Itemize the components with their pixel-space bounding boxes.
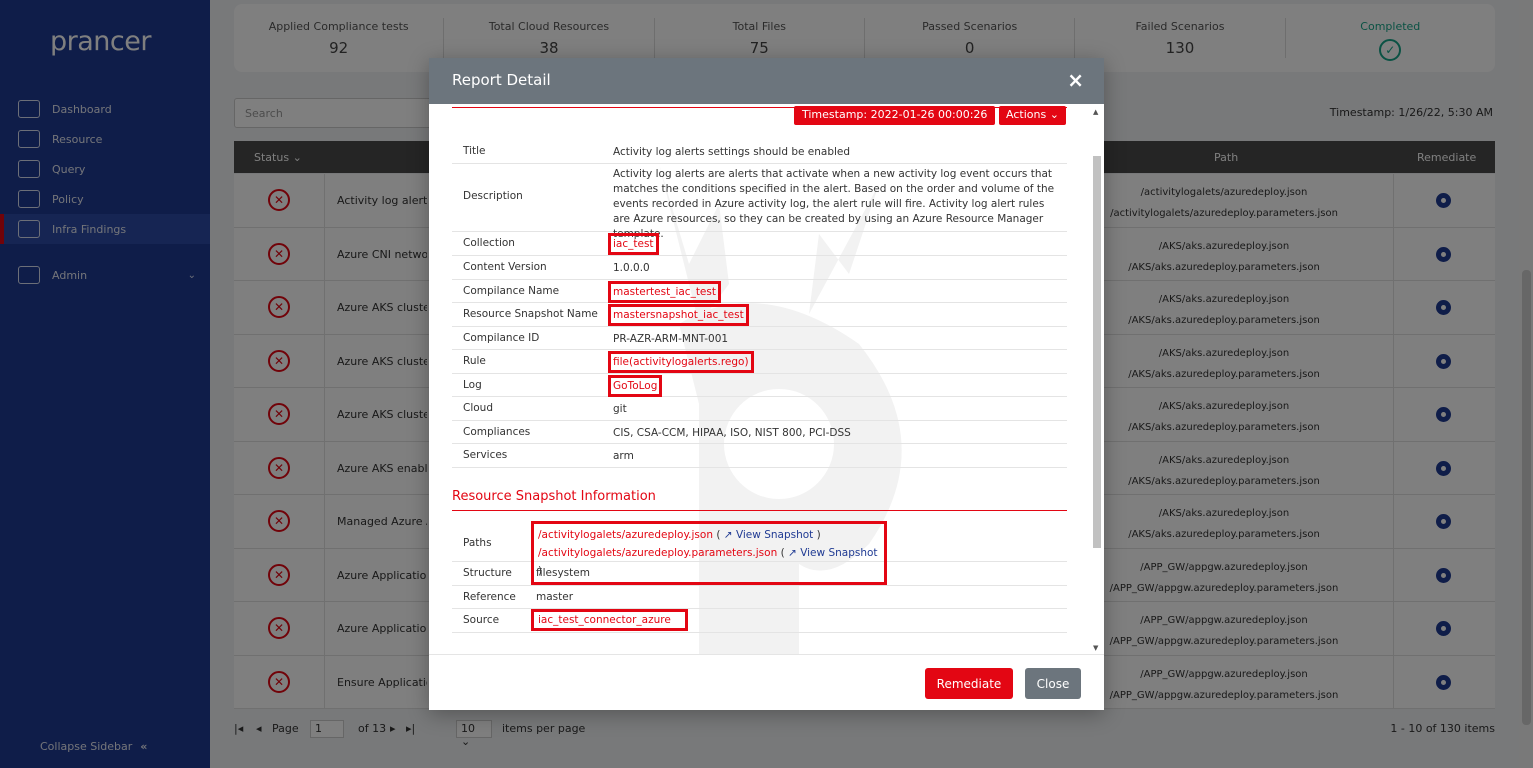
remediate-button[interactable]: Remediate	[925, 668, 1013, 699]
detail-value: Activity log alerts settings should be e…	[613, 146, 851, 158]
detail-row-cloud: Cloud git	[452, 397, 1067, 421]
snapshot-row-paths: Paths /activitylogalets/azuredeploy.json…	[452, 521, 1067, 585]
detail-value: arm	[613, 450, 634, 462]
snapshot-row-source: Source iac_test_connector_azure	[452, 609, 1067, 633]
detail-key: Log	[463, 379, 482, 391]
snapshot-section-rule	[452, 510, 1067, 511]
chevron-down-icon: ⌄	[1049, 108, 1059, 121]
snapshot-row-structure: Structure filesystem	[452, 562, 1067, 586]
compliance-name-link[interactable]: mastertest_iac_test	[608, 281, 721, 303]
detail-value: git	[613, 403, 627, 415]
modal-body[interactable]: Timestamp: 2022-01-26 00:00:26 Actions ⌄…	[429, 104, 1104, 654]
view-snapshot-label: View Snapshot	[735, 529, 814, 541]
details-table: Title Activity log alerts settings should…	[452, 140, 1067, 468]
detail-key: Title	[463, 145, 486, 157]
detail-row-collection: Collection iac_test	[452, 232, 1067, 256]
detail-key: Compilance ID	[463, 332, 540, 344]
snapshot-key: Paths	[463, 537, 492, 549]
close-icon[interactable]: ×	[1067, 68, 1084, 92]
detail-value: 1.0.0.0	[613, 262, 650, 274]
detail-value: PR-AZR-ARM-MNT-001	[613, 333, 729, 345]
actions-dropdown[interactable]: Actions ⌄	[999, 106, 1066, 125]
actions-label: Actions	[1006, 108, 1047, 121]
scroll-down-icon[interactable]: ▼	[1093, 644, 1098, 652]
detail-row-compliances: Compliances CIS, CSA-CCM, HIPAA, ISO, NIS…	[452, 421, 1067, 444]
detail-row-snapshot-name: Resource Snapshot Name mastersnapshot_iac…	[452, 303, 1067, 327]
timestamp-badge: Timestamp: 2022-01-26 00:00:26	[794, 106, 996, 125]
scroll-up-icon[interactable]: ▲	[1093, 108, 1098, 116]
report-detail-modal: Report Detail × Timestamp: 2022-01-26 00…	[429, 58, 1104, 710]
path-link[interactable]: /activitylogalets/azuredeploy.json	[538, 529, 713, 541]
modal-scrollbar-thumb[interactable]	[1093, 156, 1101, 548]
rule-link-text: file(activitylogalerts.rego)	[608, 351, 754, 373]
collection-link-text: iac_test	[608, 233, 659, 255]
snapshot-name-link[interactable]: mastersnapshot_iac_test	[608, 304, 749, 326]
detail-row-title: Title Activity log alerts settings should…	[452, 140, 1067, 164]
source-link-text: iac_test_connector_azure	[531, 609, 688, 631]
snapshot-key: Reference	[463, 591, 516, 603]
snapshot-key: Structure	[463, 567, 512, 579]
detail-key: Cloud	[463, 402, 493, 414]
detail-row-description: Description Activity log alerts are alert…	[452, 164, 1067, 240]
view-snapshot-link[interactable]: ↗ View Snapshot	[724, 529, 814, 541]
snapshot-name-link-text: mastersnapshot_iac_test	[608, 304, 749, 326]
external-link-icon: ↗	[788, 547, 797, 559]
detail-key: Services	[463, 449, 508, 461]
view-snapshot-label: View Snapshot	[800, 547, 878, 559]
snapshot-value: master	[536, 591, 574, 603]
path-link[interactable]: /activitylogalets/azuredeploy.parameters…	[538, 547, 777, 559]
go-to-log-link-text: GoToLog	[607, 375, 663, 397]
detail-row-compliance-id: Compilance ID PR-AZR-ARM-MNT-001	[452, 327, 1067, 350]
source-link[interactable]: iac_test_connector_azure	[531, 609, 688, 631]
collection-link[interactable]: iac_test	[608, 233, 659, 255]
close-button[interactable]: Close	[1025, 668, 1081, 699]
compliance-name-link-text: mastertest_iac_test	[608, 281, 721, 303]
snapshot-table: Paths /activitylogalets/azuredeploy.json…	[452, 521, 1067, 633]
detail-row-rule: Rule file(activitylogalerts.rego)	[452, 350, 1067, 374]
view-snapshot-link[interactable]: ↗ View Snapshot	[788, 547, 878, 559]
modal-scrollbar[interactable]: ▲ ▼	[1092, 104, 1102, 654]
detail-key: Compilance Name	[463, 285, 560, 297]
detail-key: Resource Snapshot Name	[463, 308, 598, 320]
rule-link[interactable]: file(activitylogalerts.rego)	[608, 351, 754, 373]
detail-key: Collection	[463, 237, 515, 249]
modal-header: Report Detail ×	[429, 58, 1104, 104]
paren: )	[816, 529, 821, 541]
detail-key: Rule	[463, 355, 486, 367]
detail-key: Content Version	[463, 261, 547, 273]
detail-value: CIS, CSA-CCM, HIPAA, ISO, NIST 800, PCI-…	[613, 427, 851, 439]
snapshot-value: filesystem	[536, 567, 590, 579]
paren: (	[716, 529, 721, 541]
detail-row-content-version: Content Version 1.0.0.0	[452, 256, 1067, 280]
modal-footer: Remediate Close	[429, 654, 1104, 710]
detail-row-log: Log GoToLog	[452, 374, 1067, 397]
path-line: /activitylogalets/azuredeploy.json ( ↗ V…	[538, 526, 882, 544]
snapshot-key: Source	[463, 614, 500, 626]
detail-value: Activity log alerts are alerts that acti…	[613, 168, 1055, 240]
snapshot-row-reference: Reference master	[452, 586, 1067, 609]
paren: (	[780, 547, 785, 559]
detail-key: Compliances	[463, 426, 531, 438]
external-link-icon: ↗	[723, 529, 733, 541]
snapshot-section-title: Resource Snapshot Information	[452, 489, 656, 504]
detail-row-services: Services arm	[452, 444, 1067, 468]
detail-row-compliance-name: Compilance Name mastertest_iac_test	[452, 280, 1067, 303]
go-to-log-link[interactable]: GoToLog	[607, 375, 663, 397]
modal-title: Report Detail	[452, 71, 551, 89]
detail-key: Description	[463, 190, 523, 202]
